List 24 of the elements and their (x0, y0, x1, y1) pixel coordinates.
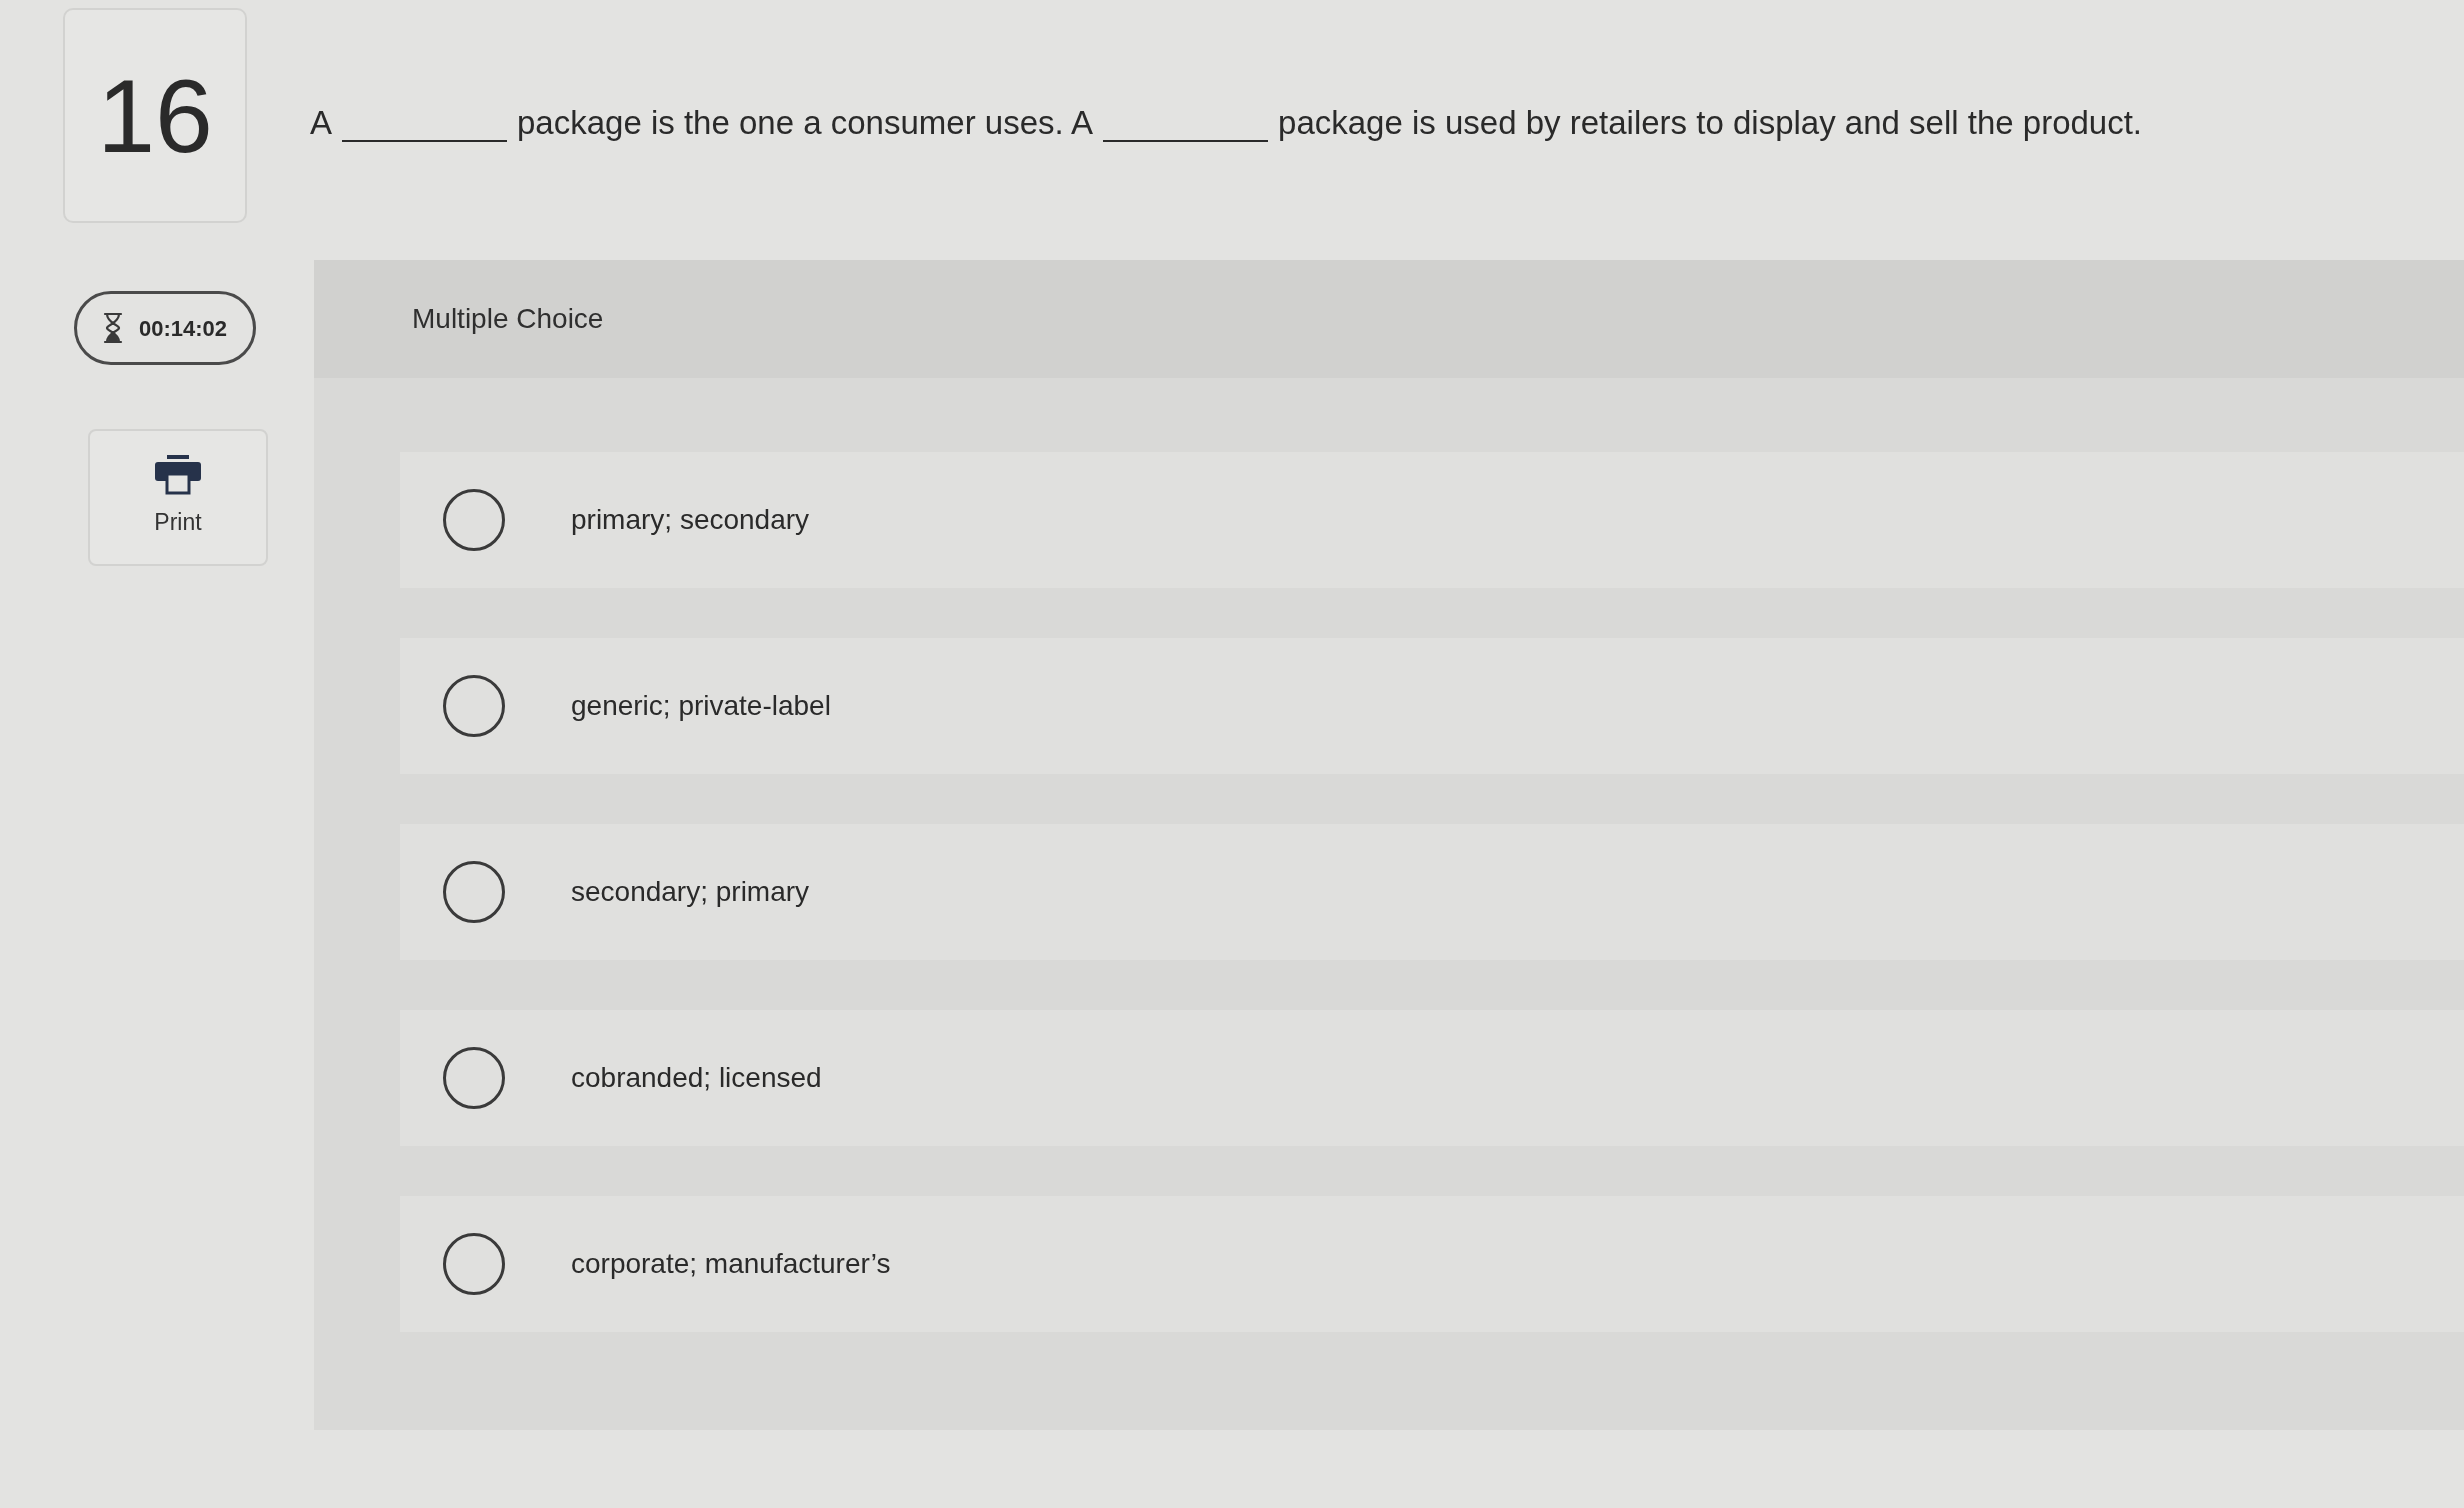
question-text: package is the one a consumer uses. A (517, 103, 1094, 144)
option-label: secondary; primary (571, 875, 810, 909)
answer-option[interactable]: cobranded; licensed (400, 1010, 2464, 1146)
option-label: cobranded; licensed (571, 1061, 822, 1095)
option-label: corporate; manufacturer’s (571, 1247, 891, 1281)
option-label: primary; secondary (571, 503, 810, 537)
answer-option[interactable]: corporate; manufacturer’s (400, 1196, 2464, 1332)
radio-button[interactable] (443, 1233, 505, 1295)
question-text: package is used by retailers to display and sell the product. (1278, 103, 2143, 144)
radio-button[interactable] (443, 489, 505, 551)
timer-text: 00:14:02 (139, 314, 228, 343)
question-number: 16 (63, 8, 247, 223)
option-label: generic; private-label (571, 689, 831, 723)
printer-icon (155, 455, 201, 496)
radio-button[interactable] (443, 675, 505, 737)
answer-option[interactable]: generic; private-label (400, 638, 2464, 774)
radio-button[interactable] (443, 861, 505, 923)
question-text: A (310, 103, 332, 144)
hourglass-icon (103, 312, 123, 344)
radio-button[interactable] (443, 1047, 505, 1109)
print-button[interactable]: Print (88, 429, 268, 566)
answer-option[interactable]: secondary; primary (400, 824, 2464, 960)
question-type-label: Multiple Choice (412, 302, 604, 336)
answer-option[interactable]: primary; secondary (400, 452, 2464, 588)
